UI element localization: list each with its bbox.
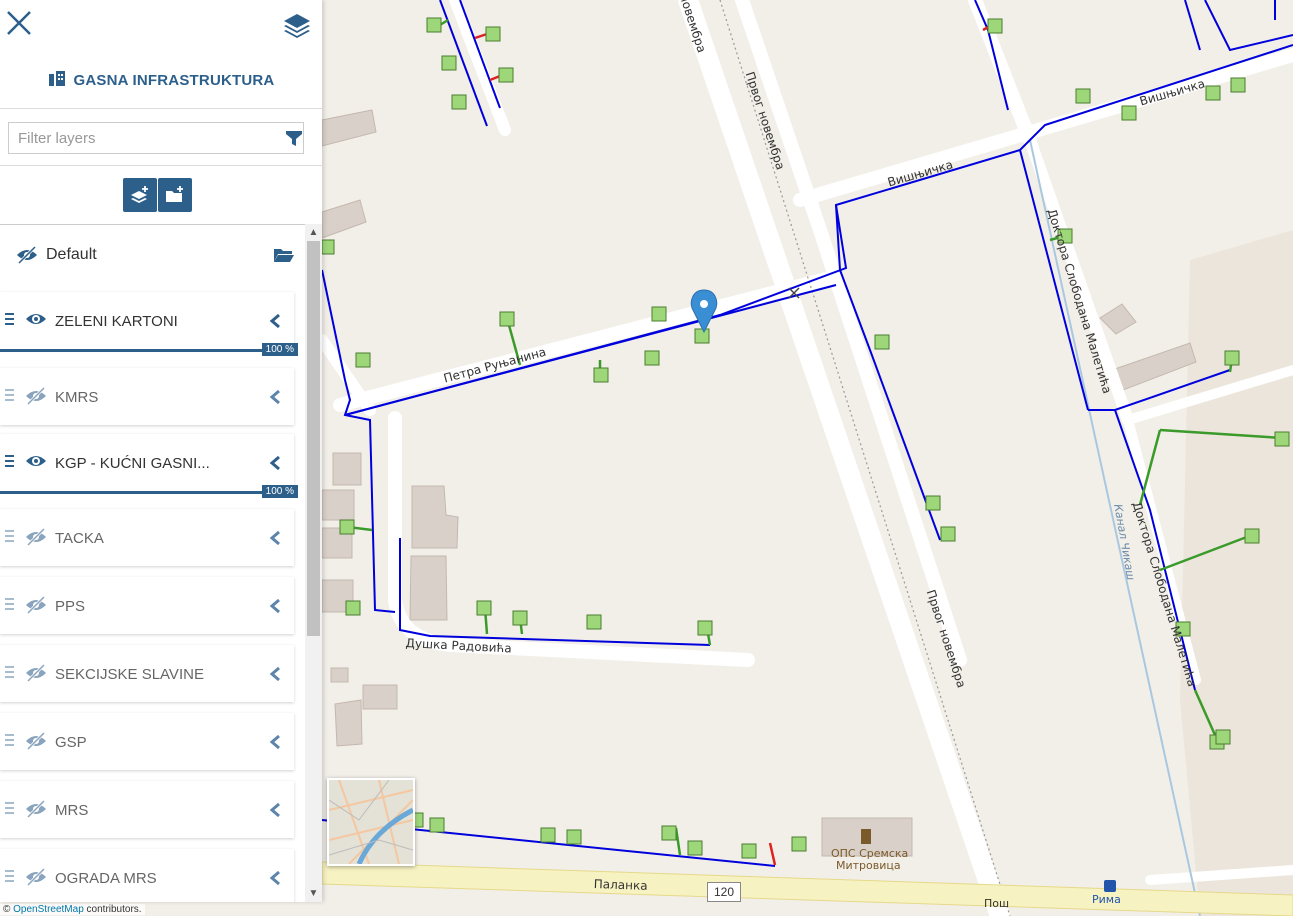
- attribution-text: contributors.: [83, 904, 142, 915]
- layer-item-mrs[interactable]: MRS: [0, 781, 294, 838]
- layer-name: TACKA: [55, 530, 104, 547]
- layer-name: ZELENI KARTONI: [55, 313, 178, 330]
- chevron-left-icon[interactable]: [268, 802, 282, 818]
- eye-slash-icon[interactable]: [25, 800, 47, 818]
- gas-infrastructure-icon: [48, 70, 66, 90]
- eye-slash-icon[interactable]: [25, 528, 47, 546]
- scroll-thumb[interactable]: [307, 241, 320, 636]
- layer-name: OGRADA MRS: [55, 870, 157, 887]
- eye-slash-icon[interactable]: [25, 596, 47, 614]
- layer-item-pps[interactable]: PPS: [0, 577, 294, 634]
- layer-group-default[interactable]: Default: [0, 224, 305, 288]
- scroll-up-arrow-icon[interactable]: ▲: [305, 224, 322, 241]
- panel-header: GASNA INFRASTRUKTURA: [0, 0, 322, 109]
- poi-label-ops-2: Митровица: [836, 859, 901, 872]
- poi-label-bottom-2: Пош: [984, 897, 1010, 910]
- close-icon: [7, 11, 31, 35]
- layer-list-scrollbar[interactable]: ▲ ▼: [305, 224, 322, 902]
- minimap-preview-icon: [329, 780, 413, 864]
- filter-row: [0, 109, 322, 166]
- eye-icon[interactable]: [25, 453, 47, 469]
- bus-stop-icon: [1104, 880, 1116, 892]
- layer-panel: GASNA INFRASTRUKTURA Default: [0, 0, 322, 902]
- chevron-left-icon[interactable]: [268, 313, 282, 329]
- folder-open-icon[interactable]: [273, 246, 295, 264]
- drag-handle-icon[interactable]: [5, 388, 15, 402]
- layer-item-ograda-mrs[interactable]: OGRADA MRS: [0, 849, 294, 902]
- openstreetmap-link[interactable]: OpenStreetMap: [13, 904, 84, 915]
- layer-item-sekcijske-slavine[interactable]: SEKCIJSKE SLAVINE: [0, 645, 294, 702]
- drag-handle-icon[interactable]: [5, 312, 15, 326]
- add-layer-icon: [131, 186, 148, 203]
- eye-slash-icon[interactable]: [25, 868, 47, 886]
- layer-item-kmrs[interactable]: KMRS: [0, 368, 294, 425]
- add-folder-icon: [166, 186, 183, 202]
- road-number-shield: 120: [707, 882, 742, 902]
- chevron-left-icon[interactable]: [268, 870, 282, 886]
- drag-handle-icon[interactable]: [5, 597, 15, 611]
- layer-list[interactable]: Default ZELENI KARTONI 100 % KMRS KGP -: [0, 224, 322, 902]
- opacity-bar: [0, 349, 298, 352]
- chevron-left-icon[interactable]: [268, 530, 282, 546]
- layer-name: PPS: [55, 598, 86, 615]
- chevron-left-icon[interactable]: [268, 389, 282, 405]
- app-title-text: GASNA INFRASTRUKTURA: [73, 72, 275, 89]
- drag-handle-icon[interactable]: [5, 733, 15, 747]
- layer-item-kgp[interactable]: KGP - KUĆNI GASNI... 100 %: [0, 434, 298, 498]
- app-title: GASNA INFRASTRUKTURA: [0, 70, 322, 90]
- basemap-switcher[interactable]: [327, 778, 415, 866]
- layers-toggle-button[interactable]: [282, 10, 312, 40]
- chevron-left-icon[interactable]: [268, 734, 282, 750]
- police-icon: [861, 829, 871, 844]
- layer-name: KGP - KUĆNI GASNI...: [55, 455, 210, 472]
- opacity-bar: [0, 491, 298, 494]
- eye-slash-icon[interactable]: [16, 246, 38, 264]
- poi-label-bottom-1: Рима: [1092, 893, 1121, 906]
- scroll-down-arrow-icon[interactable]: ▼: [305, 885, 322, 902]
- layer-name: SEKCIJSKE SLAVINE: [55, 666, 204, 683]
- layer-tools: [0, 166, 322, 225]
- opacity-slider[interactable]: 100 %: [0, 343, 298, 361]
- chevron-left-icon[interactable]: [268, 598, 282, 614]
- drag-handle-icon[interactable]: [5, 454, 15, 468]
- opacity-value: 100 %: [261, 343, 298, 356]
- eye-slash-icon[interactable]: [25, 732, 47, 750]
- eye-icon[interactable]: [25, 311, 47, 327]
- layers-icon: [284, 14, 310, 38]
- chevron-left-icon[interactable]: [268, 455, 282, 471]
- street-label-palanka: Паланка: [593, 877, 648, 893]
- attribution-copyright: ©: [3, 904, 11, 915]
- layer-item-gsp[interactable]: GSP: [0, 713, 294, 770]
- layer-item-tacka[interactable]: TACKA: [0, 509, 294, 566]
- group-label: Default: [46, 246, 97, 263]
- drag-handle-icon[interactable]: [5, 665, 15, 679]
- chevron-left-icon[interactable]: [268, 666, 282, 682]
- drag-handle-icon[interactable]: [5, 801, 15, 815]
- close-panel-button[interactable]: [4, 8, 34, 38]
- drag-handle-icon[interactable]: [5, 529, 15, 543]
- filter-icon[interactable]: [286, 130, 302, 146]
- drag-handle-icon[interactable]: [5, 869, 15, 883]
- map-attribution: © OpenStreetMap contributors.: [0, 904, 145, 915]
- opacity-slider[interactable]: 100 %: [0, 485, 298, 503]
- add-group-button[interactable]: [158, 178, 192, 212]
- layer-name: GSP: [55, 734, 87, 751]
- eye-slash-icon[interactable]: [25, 387, 47, 405]
- opacity-value: 100 %: [261, 485, 298, 498]
- filter-layers-input[interactable]: [8, 122, 304, 154]
- layer-item-zeleni-kartoni[interactable]: ZELENI KARTONI 100 %: [0, 292, 298, 356]
- eye-slash-icon[interactable]: [25, 664, 47, 682]
- layer-name: KMRS: [55, 389, 99, 406]
- add-layer-button[interactable]: [123, 178, 157, 212]
- layer-name: MRS: [55, 802, 89, 819]
